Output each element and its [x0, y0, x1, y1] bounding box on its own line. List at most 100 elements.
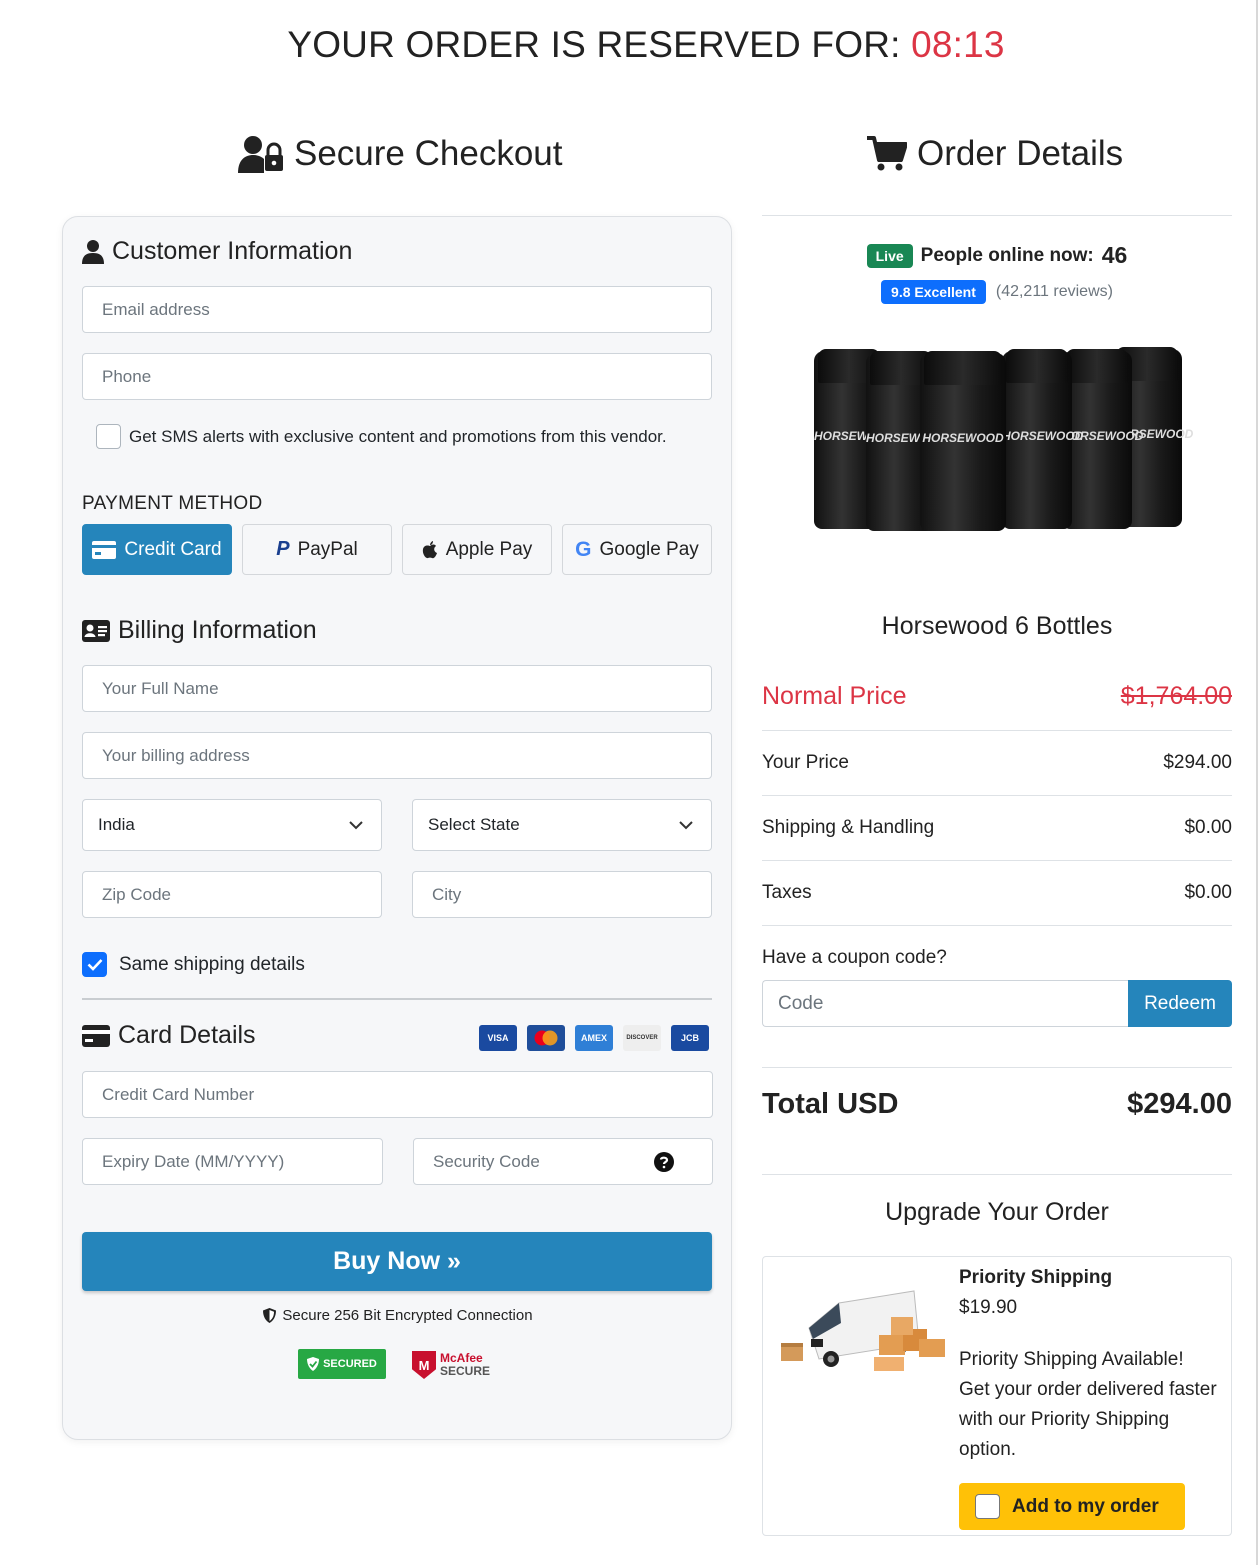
online-count: 46: [1101, 242, 1128, 268]
pay-credit-card-button[interactable]: Credit Card: [82, 524, 232, 575]
expiry-date-placeholder: Expiry Date (MM/YYYY): [102, 1151, 285, 1171]
normal-price-value: $1,764.00: [1120, 682, 1232, 710]
mcafee-badge: M McAfee SECURE: [412, 1349, 498, 1381]
rating-badge: 9.8 Excellent: [881, 280, 986, 304]
mcafee-shield-icon: M: [412, 1351, 436, 1379]
city-placeholder: City: [432, 884, 462, 904]
secure-checkout-label: Secure Checkout: [294, 134, 563, 173]
country-value: India: [98, 815, 135, 834]
sms-checkbox-box[interactable]: [96, 424, 121, 449]
shipping-row: Shipping & Handling $0.00: [762, 817, 1232, 839]
card-number-input[interactable]: Credit Card Number: [82, 1071, 713, 1118]
same-shipping-checkbox[interactable]: Same shipping details: [82, 952, 305, 977]
same-shipping-checkbox-box[interactable]: [82, 952, 107, 977]
chevron-down-icon: [349, 820, 363, 829]
amex-icon: AMEX: [575, 1025, 613, 1051]
your-price-label: Your Price: [762, 752, 849, 773]
row-divider: [762, 1174, 1232, 1175]
credit-card-icon: [92, 540, 117, 559]
security-code-input[interactable]: Security Code: [413, 1138, 713, 1185]
pay-paypal-button[interactable]: P PayPal: [242, 524, 392, 575]
online-label: People online now:: [920, 244, 1094, 266]
zip-code-input[interactable]: Zip Code: [82, 871, 382, 918]
priority-shipping-upsell: Priority Shipping $19.90 Priority Shippi…: [762, 1256, 1232, 1536]
order-top-divider: [762, 215, 1232, 216]
secure-connection-text: Secure 256 Bit Encrypted Connection: [282, 1307, 533, 1324]
email-input[interactable]: Email address: [82, 286, 712, 333]
paypal-icon: P: [276, 538, 290, 560]
card-details-title: Card Details: [118, 1021, 256, 1049]
google-pay-label: Google Pay: [599, 538, 699, 560]
pay-apple-pay-button[interactable]: Apple Pay: [402, 524, 552, 575]
full-name-input[interactable]: Your Full Name: [82, 665, 712, 712]
row-divider: [762, 925, 1232, 926]
paypal-label: PayPal: [297, 538, 358, 560]
add-to-order-checkbox[interactable]: [975, 1494, 1000, 1519]
full-name-placeholder: Your Full Name: [102, 678, 219, 698]
phone-placeholder: Phone: [102, 366, 152, 386]
order-details-title: Order Details: [867, 134, 1123, 174]
secure-connection-note: Secure 256 Bit Encrypted Connection: [63, 1307, 733, 1324]
product-name: Horsewood 6 Bottles: [881, 612, 1113, 640]
secure-checkout-title: Secure Checkout: [238, 134, 562, 174]
order-details-label: Order Details: [917, 134, 1124, 173]
trust-badges: SECURED M McAfee SECURE: [63, 1349, 733, 1381]
normal-price-row: Normal Price $1,764.00: [762, 682, 1232, 711]
product-image: HORSEWOOD HORSEWOOD HORSEWOOD HORSEWOOD …: [806, 345, 1193, 535]
buy-now-button[interactable]: Buy Now »: [82, 1232, 712, 1291]
online-indicator: Live People online now: 46: [762, 242, 1232, 269]
upsell-title: Priority Shipping: [959, 1267, 1113, 1288]
customer-info-heading: Customer Information: [82, 237, 352, 266]
expiry-date-input[interactable]: Expiry Date (MM/YYYY): [82, 1138, 383, 1185]
pay-google-pay-button[interactable]: G Google Pay: [562, 524, 712, 575]
row-divider: [762, 1067, 1232, 1068]
mastercard-icon: [527, 1025, 565, 1051]
reservation-timer: YOUR ORDER IS RESERVED FOR: 08:13: [0, 24, 1258, 66]
billing-address-placeholder: Your billing address: [102, 745, 250, 765]
payment-method-label: PAYMENT METHOD: [82, 493, 263, 514]
reviews-count: (42,211 reviews): [995, 283, 1113, 300]
timer-label: YOUR ORDER IS RESERVED FOR:: [287, 24, 901, 65]
shipping-label: Shipping & Handling: [762, 817, 935, 838]
id-card-icon: [82, 619, 110, 642]
checkout-card: Customer Information Email address Phone…: [62, 216, 732, 1440]
upgrade-title: Upgrade Your Order: [885, 1198, 1109, 1226]
customer-info-title: Customer Information: [112, 237, 353, 265]
row-divider: [762, 860, 1232, 861]
apple-pay-label: Apple Pay: [445, 538, 533, 560]
billing-address-input[interactable]: Your billing address: [82, 732, 712, 779]
country-select[interactable]: India: [82, 799, 382, 851]
mcafee-secure: SECURE: [440, 1364, 491, 1378]
coupon-label: Have a coupon code?: [762, 947, 947, 968]
google-icon: G: [575, 537, 592, 561]
sms-alerts-checkbox[interactable]: Get SMS alerts with exclusive content an…: [96, 424, 667, 449]
coupon-input[interactable]: Code: [762, 980, 1128, 1027]
card-brands: VISA AMEX DISCOVER JCB: [479, 1025, 709, 1051]
state-select[interactable]: Select State: [412, 799, 712, 851]
user-icon: [82, 239, 104, 264]
security-code-placeholder: Security Code: [433, 1151, 540, 1171]
rating-row: 9.8 Excellent (42,211 reviews): [762, 280, 1232, 304]
city-input[interactable]: City: [412, 871, 712, 918]
billing-info-title: Billing Information: [118, 616, 317, 644]
email-placeholder: Email address: [102, 299, 210, 319]
coupon-placeholder: Code: [778, 992, 824, 1014]
question-circle-icon[interactable]: [654, 1151, 674, 1172]
shipping-value: $0.00: [1184, 817, 1232, 838]
add-to-order-label: Add to my order: [1012, 1495, 1159, 1517]
live-badge: Live: [866, 243, 913, 268]
same-shipping-label: Same shipping details: [119, 953, 305, 975]
jcb-icon: JCB: [671, 1025, 709, 1051]
bottle-image: HORSEWOOD: [920, 351, 1006, 531]
total-label: Total USD: [762, 1088, 899, 1120]
upsell-description: Priority Shipping Available! Get your or…: [959, 1349, 1217, 1460]
check-icon: [87, 959, 102, 971]
row-divider: [762, 730, 1232, 731]
taxes-value: $0.00: [1184, 882, 1232, 903]
total-value: $294.00: [1127, 1088, 1232, 1120]
sms-alerts-label: Get SMS alerts with exclusive content an…: [129, 426, 667, 446]
bottle-image: HORSEWOOD: [1002, 349, 1083, 529]
add-to-order-button[interactable]: Add to my order: [959, 1483, 1185, 1530]
redeem-button[interactable]: Redeem: [1128, 980, 1232, 1027]
phone-input[interactable]: Phone: [82, 353, 712, 400]
